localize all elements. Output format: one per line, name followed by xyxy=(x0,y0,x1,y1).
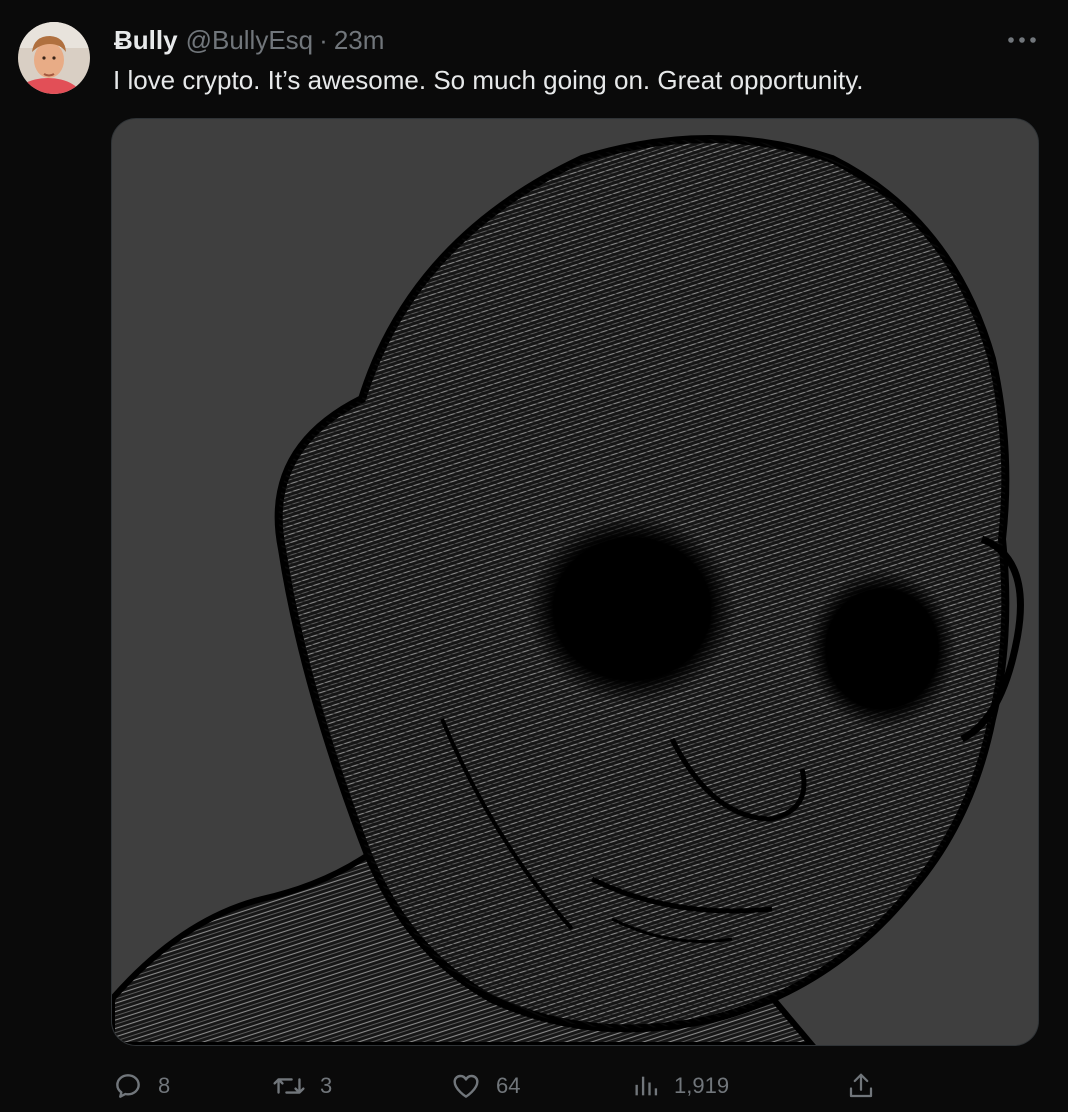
reply-count: 8 xyxy=(158,1073,171,1098)
reply-button[interactable]: 8 xyxy=(112,1064,170,1108)
avatar-image xyxy=(18,22,90,94)
retweet-icon xyxy=(273,1078,305,1094)
timestamp[interactable]: 23m xyxy=(334,25,385,56)
views-button[interactable]: 1,919 xyxy=(632,1064,729,1108)
tweet-text: I love crypto. It’s awesome. So much goi… xyxy=(113,65,864,95)
avatar[interactable] xyxy=(18,22,90,94)
share-icon xyxy=(849,1073,873,1098)
tweet-media[interactable] xyxy=(112,119,1038,1045)
tweet-header: Ƀully @BullyEsq · 23m xyxy=(114,22,384,58)
action-bar: 8 3 64 1,919 xyxy=(112,1064,892,1108)
user-handle[interactable]: @BullyEsq xyxy=(186,25,314,56)
tweet-card[interactable]: Ƀully @BullyEsq · 23m I love crypto. It’… xyxy=(0,0,1068,1112)
views-icon xyxy=(635,1076,658,1096)
retweet-count: 3 xyxy=(320,1073,333,1098)
like-button[interactable]: 64 xyxy=(450,1064,520,1108)
reply-icon xyxy=(116,1074,140,1098)
like-count: 64 xyxy=(496,1073,521,1098)
display-name[interactable]: Ƀully xyxy=(114,25,178,56)
separator-dot: · xyxy=(319,24,328,55)
share-button[interactable] xyxy=(846,1064,876,1108)
view-count: 1,919 xyxy=(674,1073,730,1098)
retweet-button[interactable]: 3 xyxy=(272,1064,332,1108)
wojak-sketch-image xyxy=(112,119,1038,1045)
more-options-button[interactable] xyxy=(1000,24,1044,56)
like-icon xyxy=(453,1074,479,1098)
more-options-icon xyxy=(1008,37,1036,43)
